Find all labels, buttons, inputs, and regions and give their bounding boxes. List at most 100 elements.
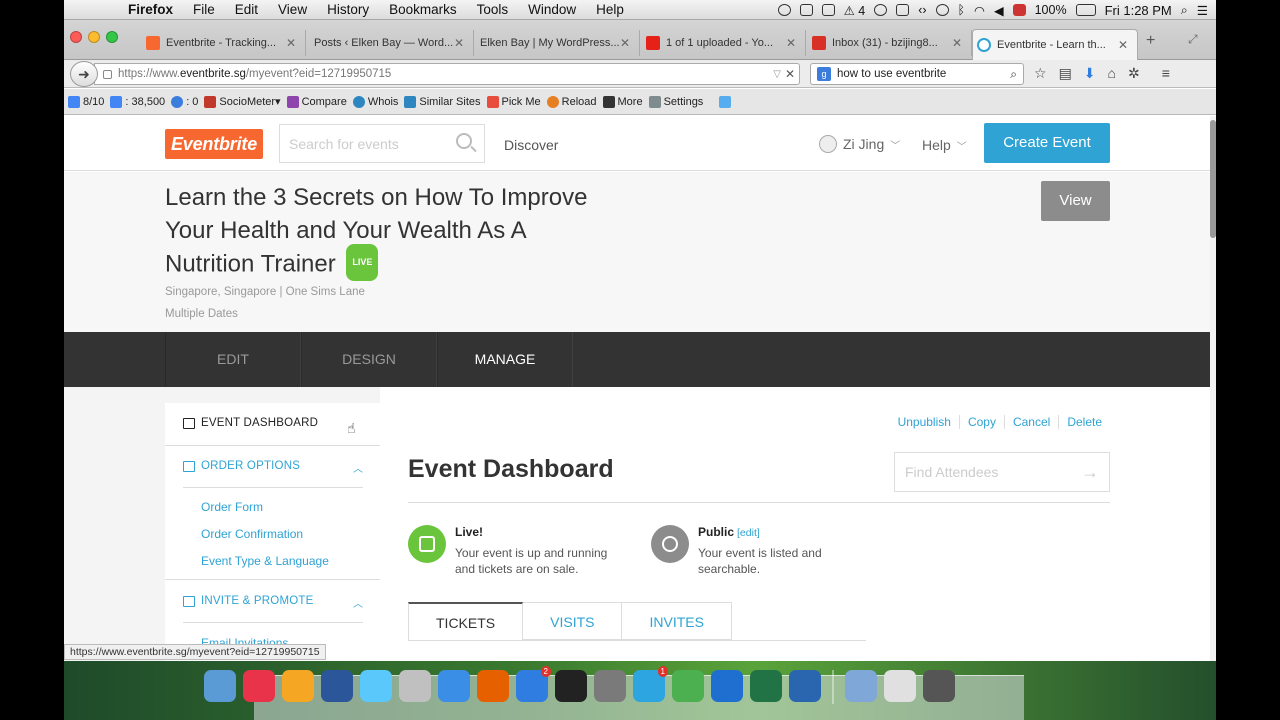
home-icon[interactable]: ⌂ bbox=[1108, 65, 1116, 82]
chrome-icon[interactable] bbox=[672, 670, 704, 702]
tab-gmail-inbox[interactable]: Inbox (31) - bzijing8... ✕ bbox=[808, 30, 972, 56]
menu-edit[interactable]: Edit bbox=[235, 2, 258, 17]
bookmark-pick-me[interactable]: Pick Me bbox=[486, 95, 541, 108]
stop-icon[interactable]: ✕ bbox=[785, 67, 795, 81]
wifi-icon[interactable]: ◠ bbox=[974, 3, 985, 18]
scrollbar-thumb[interactable] bbox=[1210, 120, 1216, 238]
document-icon[interactable] bbox=[884, 670, 916, 702]
tab-visits[interactable]: VISITS bbox=[523, 602, 623, 640]
menu-file[interactable]: File bbox=[193, 2, 215, 17]
new-tab-button[interactable]: + bbox=[1146, 32, 1155, 50]
spotlight-icon[interactable]: ⌕ bbox=[1181, 3, 1188, 18]
bookmark-reload[interactable]: Reload bbox=[546, 95, 597, 108]
bluetooth-icon[interactable]: ᛒ bbox=[958, 3, 966, 17]
menubar-clock[interactable]: Fri 1:28 PM bbox=[1105, 3, 1172, 18]
bookmark-google-index[interactable]: : 38,500 bbox=[110, 95, 165, 108]
bookmark-more[interactable]: More bbox=[602, 95, 643, 108]
sidebar-section-order-options[interactable]: ORDER OPTIONS ︿ bbox=[183, 460, 373, 475]
search-bar[interactable]: g how to use eventbrite ⌕ bbox=[810, 63, 1024, 85]
chevron-up-icon[interactable]: ︿ bbox=[353, 460, 363, 475]
copy-link[interactable]: Copy bbox=[958, 415, 1004, 429]
minimize-window-button[interactable] bbox=[88, 31, 100, 43]
safari-icon[interactable] bbox=[438, 670, 470, 702]
tab-eventbrite-learn[interactable]: Eventbrite - Learn th... ✕ bbox=[972, 29, 1138, 60]
google-search-icon[interactable]: g bbox=[817, 67, 831, 81]
bookmark-similar-sites[interactable]: Similar Sites bbox=[404, 95, 481, 108]
preview-icon[interactable] bbox=[399, 670, 431, 702]
eventbrite-logo[interactable]: Eventbrite bbox=[165, 129, 263, 159]
ibooks-icon[interactable] bbox=[282, 670, 314, 702]
url-dropdown-icon[interactable]: ▽ bbox=[773, 69, 781, 80]
itunes-icon[interactable] bbox=[243, 670, 275, 702]
keynote-icon[interactable] bbox=[711, 670, 743, 702]
menu-icon[interactable]: ≡ bbox=[1162, 65, 1170, 82]
bookmark-bing-index[interactable]: : 0 bbox=[171, 95, 198, 108]
time-machine-icon[interactable] bbox=[935, 4, 949, 16]
edit-visibility-link[interactable]: [edit] bbox=[737, 527, 760, 539]
notification-count[interactable]: ⚠ 4 bbox=[844, 3, 866, 18]
tab-eventbrite-tracking[interactable]: Eventbrite - Tracking... ✕ bbox=[142, 30, 306, 56]
sidebar-item-order-form[interactable]: Order Form bbox=[201, 500, 263, 514]
sidebar-item-event-type-language[interactable]: Event Type & Language bbox=[201, 554, 329, 568]
close-tab-icon[interactable]: ✕ bbox=[619, 36, 631, 50]
light-icon[interactable] bbox=[874, 4, 888, 16]
close-tab-icon[interactable]: ✕ bbox=[785, 36, 797, 50]
view-event-button[interactable]: View bbox=[1041, 181, 1110, 221]
zoom-window-button[interactable] bbox=[106, 31, 118, 43]
status-record-icon[interactable] bbox=[777, 4, 791, 16]
word-icon[interactable] bbox=[321, 670, 353, 702]
dropbox-icon[interactable] bbox=[799, 4, 813, 16]
messages-icon[interactable] bbox=[360, 670, 392, 702]
tab-overflow-icon[interactable]: ⤢ bbox=[1188, 32, 1198, 47]
trash-icon[interactable] bbox=[923, 670, 955, 702]
tab-tickets[interactable]: TICKETS bbox=[408, 602, 524, 640]
reading-list-icon[interactable]: ▤ bbox=[1059, 65, 1072, 82]
bookmark-twitter[interactable] bbox=[719, 95, 734, 108]
menu-tools[interactable]: Tools bbox=[477, 2, 509, 17]
user-menu[interactable]: Zi Jing ﹀ bbox=[819, 135, 900, 153]
close-tab-icon[interactable]: ✕ bbox=[453, 36, 465, 50]
terminal-icon[interactable] bbox=[555, 670, 587, 702]
flag-icon[interactable] bbox=[1012, 4, 1026, 16]
arrow-right-icon[interactable]: → bbox=[1081, 453, 1099, 491]
chevron-up-icon[interactable]: ︿ bbox=[353, 595, 363, 610]
menu-history[interactable]: History bbox=[327, 2, 369, 17]
screen-icon[interactable] bbox=[821, 4, 835, 16]
create-event-button[interactable]: Create Event bbox=[984, 123, 1110, 163]
extension-icon[interactable]: ✲ bbox=[1128, 65, 1140, 82]
unpublish-link[interactable]: Unpublish bbox=[890, 415, 959, 429]
menu-view[interactable]: View bbox=[278, 2, 307, 17]
telegram-icon[interactable]: 1 bbox=[633, 666, 668, 702]
close-tab-icon[interactable]: ✕ bbox=[1117, 38, 1129, 52]
tab-posts-elken-bay[interactable]: Posts ‹ Elken Bay — Word... ✕ bbox=[310, 30, 474, 56]
close-tab-icon[interactable]: ✕ bbox=[951, 36, 963, 50]
find-attendees-input[interactable]: Find Attendees → bbox=[894, 452, 1110, 492]
help-menu[interactable]: Help ﹀ bbox=[922, 137, 967, 153]
photo-icon[interactable] bbox=[594, 670, 626, 702]
menu-help[interactable]: Help bbox=[596, 2, 624, 17]
cancel-link[interactable]: Cancel bbox=[1003, 415, 1058, 429]
sidebar-item-order-confirmation[interactable]: Order Confirmation bbox=[201, 527, 303, 541]
download-icon[interactable]: ⬇ bbox=[1084, 65, 1096, 82]
tab-design[interactable]: DESIGN bbox=[301, 332, 437, 387]
sidebar-item-event-dashboard[interactable]: EVENT DASHBOARD bbox=[183, 417, 318, 429]
bookmark-pagerank[interactable]: 8/10 bbox=[68, 95, 104, 108]
bookmark-settings[interactable]: Settings bbox=[648, 95, 703, 108]
url-bar[interactable]: https://www. eventbrite.sg/myevent?eid=12… bbox=[94, 63, 800, 85]
notification-center-icon[interactable]: ☰ bbox=[1197, 3, 1208, 18]
code-icon[interactable]: ‹› bbox=[918, 3, 926, 17]
applications-folder-icon[interactable] bbox=[845, 670, 877, 702]
event-search-input[interactable]: Search for events bbox=[279, 124, 485, 163]
close-tab-icon[interactable]: ✕ bbox=[285, 36, 297, 50]
downloads-icon[interactable]: 2 bbox=[516, 666, 551, 702]
quicktime-icon[interactable] bbox=[789, 670, 821, 702]
volume-icon[interactable]: ◀ bbox=[994, 3, 1004, 18]
tab-elken-bay-wordpress[interactable]: Elken Bay | My WordPress... ✕ bbox=[476, 30, 640, 56]
excel-icon[interactable] bbox=[750, 670, 782, 702]
tab-manage[interactable]: MANAGE bbox=[437, 332, 573, 387]
delete-link[interactable]: Delete bbox=[1058, 415, 1110, 429]
menu-bookmarks[interactable]: Bookmarks bbox=[389, 2, 457, 17]
bookmark-star-icon[interactable]: ☆ bbox=[1034, 65, 1047, 82]
menu-window[interactable]: Window bbox=[528, 2, 576, 17]
search-icon[interactable]: ⌕ bbox=[1010, 67, 1017, 82]
